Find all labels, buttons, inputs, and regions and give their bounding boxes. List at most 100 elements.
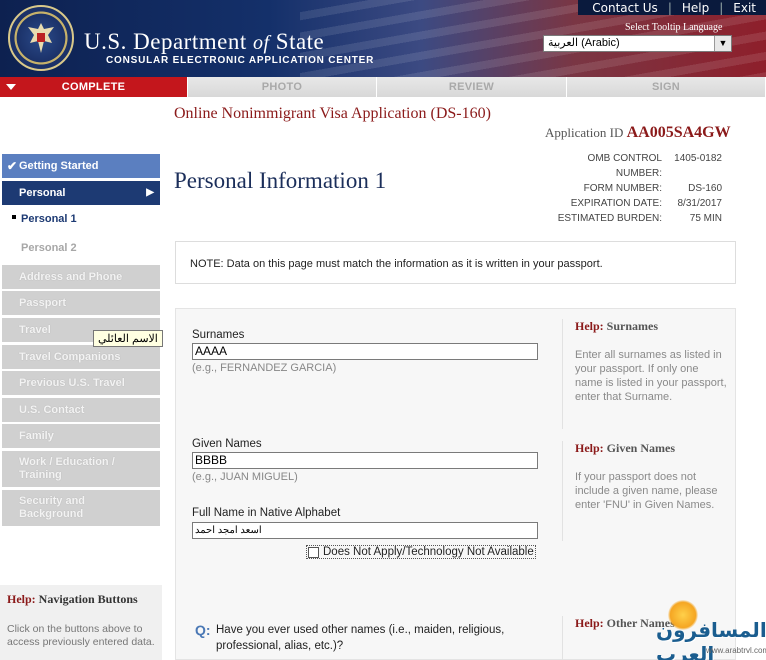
omb-value: 75 MIN [689,213,722,224]
help-given-names: Help: Given Names If your passport does … [562,441,737,541]
omb-row: EXPIRATION DATE: 8/31/2017 [540,196,722,211]
chevron-right-icon: ▶ [146,187,154,198]
omb-key: FORM NUMBER: [583,183,662,194]
sidebar-item-us-contact: U.S. Contact [2,398,160,422]
page-title: Personal Information 1 [174,168,387,193]
sidebar-item-personal-2[interactable]: Personal 2 [2,238,160,258]
sidebar-item-label: Training [19,469,62,481]
help-surnames: Help: Surnames Enter all surnames as lis… [562,319,737,429]
help-surnames-heading: Help: Surnames [575,319,727,334]
sidebar-item-label: Passport [19,297,67,309]
question-icon: Q: [195,622,211,638]
help-label: Help: [575,616,604,630]
department-subtitle: CONSULAR ELECTRONIC APPLICATION CENTER [106,55,375,66]
exit-link[interactable]: Exit [733,1,756,15]
sidebar-item-label: Personal 2 [21,242,77,254]
omb-key: OMB CONTROL NUMBER: [587,153,662,179]
tab-complete-label: COMPLETE [61,81,126,93]
omb-value: 1405-0182 [674,153,722,164]
sidebar-item-label: Travel [19,324,51,336]
checkmark-icon: ✔ [7,159,18,173]
link-separator: | [719,0,724,15]
sidebar-item-previous-travel: Previous U.S. Travel [2,371,160,395]
help-label: Help: [575,319,604,333]
sidebar-item-family: Family [2,424,160,448]
given-names-input[interactable]: BBBB [192,452,538,469]
sidebar-item-address-phone: Address and Phone [2,265,160,289]
sidebar-item-label: Security and [19,495,86,507]
help-surnames-text: Enter all surnames as listed in your pas… [575,349,727,403]
passport-note: NOTE: Data on this page must match the i… [175,241,736,284]
help-nav-heading: Help: Navigation Buttons [7,592,155,607]
tab-photo-label: PHOTO [261,81,303,93]
tab-sign-label: SIGN [651,81,681,93]
given-names-label: Given Names [192,438,262,450]
omb-row: ESTIMATED BURDEN: 75 MIN [540,211,722,226]
bullet-icon [12,215,16,219]
tab-sign[interactable]: SIGN [567,77,766,97]
sidebar-item-label: Getting Started [19,160,99,172]
omb-value: DS-160 [688,183,722,194]
sidebar-item-getting-started[interactable]: ✔ Getting Started [2,154,160,178]
title-part-of: of [252,32,270,54]
sidebar-item-label: Work / Education / [19,456,115,468]
help-label: Help: [7,592,36,606]
does-not-apply-label: Does Not Apply/Technology Not Available [323,546,534,558]
surnames-input[interactable]: AAAA [192,343,538,360]
sidebar-item-work-education: Work / Education / Training [2,451,160,487]
site-header: Contact Us | Help | Exit U.S. Department… [0,0,766,77]
native-name-label: Full Name in Native Alphabet [192,507,341,519]
sidebar-item-label: Personal 1 [21,213,77,225]
triangle-down-icon [6,84,16,90]
sidebar-item-label: Previous U.S. Travel [19,377,125,389]
omb-value: 8/31/2017 [677,198,723,209]
sidebar-item-label: Family [19,430,54,442]
state-department-seal-icon [8,5,74,71]
sidebar-item-personal-1[interactable]: Personal 1 [2,209,160,229]
help-nav-title: Navigation Buttons [38,592,138,606]
sidebar-item-label: Travel Companions [19,351,121,363]
checkbox-icon[interactable] [308,546,319,558]
link-separator: | [667,0,672,15]
sidebar-item-passport: Passport [2,291,160,315]
application-id-value: AA005SA4GW [626,124,731,141]
sidebar-item-security: Security and Background [2,490,160,526]
progress-tabs: COMPLETE PHOTO REVIEW SIGN [0,77,766,97]
surnames-label: Surnames [192,329,245,341]
sidebar-item-personal[interactable]: Personal ▶ [2,181,160,205]
watermark-logo: المسافرون العرب www.arabtrvl.com [650,598,766,660]
sidebar-item-label: U.S. Contact [19,404,85,416]
surname-tooltip: الاسم العائلي [93,330,163,347]
help-given-text: If your passport does not include a give… [575,471,718,511]
top-links-bar: Contact Us | Help | Exit [578,0,766,15]
help-surnames-title: Surnames [606,319,659,333]
given-names-example: (e.g., JUAN MIGUEL) [192,471,298,483]
omb-info: OMB CONTROL NUMBER: 1405-0182 FORM NUMBER… [540,151,722,226]
application-id: Application ID AA005SA4GW [545,124,731,142]
tab-photo[interactable]: PHOTO [188,77,377,97]
tab-review[interactable]: REVIEW [377,77,567,97]
help-given-heading: Help: Given Names [575,441,727,456]
language-select-value: العربية (Arabic) [548,37,620,49]
surnames-example: (e.g., FERNANDEZ GARCIA) [192,362,337,374]
sidebar-item-label: Personal [19,187,66,199]
help-link[interactable]: Help [682,1,709,15]
omb-row: OMB CONTROL NUMBER: 1405-0182 [540,151,722,181]
watermark-url: www.arabtrvl.com [706,646,766,655]
native-name-input[interactable]: اسعد امجد احمد [192,522,538,539]
title-part-b: State [275,29,325,54]
sidebar-item-label: Background [19,508,84,520]
chevron-down-icon[interactable]: ▼ [714,36,731,51]
help-nav-text: Click on the buttons above to access pre… [7,623,155,648]
sidebar-item-travel-companions: Travel Companions [2,345,160,369]
help-navigation-buttons: Help: Navigation Buttons Click on the bu… [0,585,162,660]
contact-us-link[interactable]: Contact Us [592,1,658,15]
eagle-icon [28,23,54,53]
tooltip-language-select[interactable]: العربية (Arabic) ▼ [543,35,732,52]
does-not-apply-checkbox[interactable]: Does Not Apply/Technology Not Available [306,545,536,559]
tab-complete[interactable]: COMPLETE [0,77,188,97]
department-title: U.S. Department of State [84,29,324,55]
application-id-label: Application ID [545,125,624,140]
help-given-title: Given Names [606,441,675,455]
title-part-a: U.S. Department [84,29,247,54]
